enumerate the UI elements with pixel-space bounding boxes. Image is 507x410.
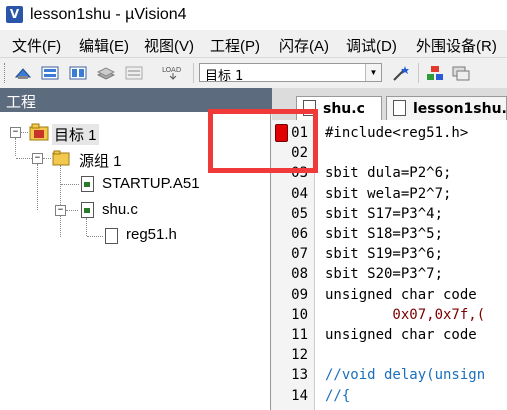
tab-label: lesson1shu.M — [413, 101, 507, 117]
uvision-logo-icon: V — [6, 6, 23, 23]
line-number: 11 — [291, 327, 308, 343]
code-line: sbit dula=P2^6; — [325, 165, 452, 182]
highlight-annotation — [208, 109, 318, 173]
code-line: sbit wela=P2^7; — [325, 185, 452, 202]
tree-item-header-file[interactable]: reg51.h — [126, 226, 177, 243]
tree-item-c-file[interactable]: shu.c — [102, 201, 138, 218]
tree-connector — [15, 138, 16, 156]
c-file-icon — [81, 202, 94, 218]
translate-icon[interactable] — [14, 65, 32, 81]
tree-connector — [61, 184, 79, 185]
menu-file[interactable]: 文件(F) — [12, 35, 61, 56]
code-line: sbit S17=P3^4; — [325, 205, 444, 222]
components-icon[interactable] — [426, 65, 444, 81]
options-wand-icon[interactable] — [391, 65, 411, 81]
line-number: 04 — [291, 185, 308, 202]
code-line: unsigned char code — [325, 286, 477, 303]
tree-connector — [87, 236, 103, 237]
tree-item-target[interactable]: 目标 1 — [52, 124, 99, 145]
collapse-toggle-icon[interactable]: − — [32, 153, 43, 164]
tree-connector — [37, 164, 38, 210]
tree-item-startup-file[interactable]: STARTUP.A51 — [102, 175, 200, 192]
code-line: sbit S20=P3^7; — [325, 266, 444, 283]
tree-connector — [21, 132, 28, 133]
tree-connector — [66, 210, 78, 211]
stop-build-icon[interactable] — [125, 65, 143, 81]
line-number: 14 — [291, 387, 308, 404]
tab-lesson1shu-map[interactable]: lesson1shu.M — [386, 96, 507, 120]
tree-connector — [86, 218, 87, 236]
tree-item-group[interactable]: 源组 1 — [79, 150, 122, 171]
project-panel-title: 工程 — [6, 94, 37, 111]
code-line: #include<reg51.h> — [325, 125, 469, 141]
menu-flash[interactable]: 闪存(A) — [279, 35, 329, 56]
target-select-value: 目标 1 — [205, 69, 244, 84]
toolbar-separator — [193, 63, 194, 83]
line-number: 10 — [291, 306, 308, 323]
asm-file-icon — [81, 176, 94, 192]
line-number: 05 — [291, 205, 308, 222]
map-file-icon — [393, 100, 406, 116]
load-icon[interactable]: LOAD — [161, 65, 185, 81]
tree-connector — [43, 158, 51, 159]
collapse-toggle-icon[interactable]: − — [10, 127, 21, 138]
toolbar-grip[interactable] — [4, 63, 8, 83]
menu-peripherals[interactable]: 外围设备(R) — [416, 35, 497, 56]
menu-edit[interactable]: 编辑(E) — [79, 35, 129, 56]
tab-label: shu.c — [323, 101, 365, 117]
collapse-toggle-icon[interactable]: − — [55, 205, 66, 216]
target-select[interactable]: 目标 1 ▼ — [199, 63, 382, 84]
menu-project[interactable]: 工程(P) — [210, 35, 260, 56]
manage-books-icon[interactable] — [452, 65, 470, 81]
line-number: 08 — [291, 266, 308, 283]
line-number: 06 — [291, 226, 308, 242]
code-line: unsigned char code — [325, 327, 477, 343]
menu-bar: 文件(F) 编辑(E) 视图(V) 工程(P) 闪存(A) 调试(D) 外围设备… — [0, 30, 507, 57]
line-number: 07 — [291, 246, 308, 263]
window-title: lesson1shu - µVision4 — [30, 6, 187, 23]
header-file-icon — [105, 228, 118, 244]
code-line: //{ — [325, 387, 351, 404]
code-line: 0x07,0x7f,( — [325, 306, 486, 323]
toolbar-separator — [418, 63, 419, 83]
build-icon[interactable] — [41, 65, 59, 81]
folder-open-icon — [52, 150, 70, 166]
code-line: sbit S19=P3^6; — [325, 246, 444, 263]
tree-connector — [60, 165, 61, 237]
batch-build-icon[interactable] — [97, 65, 115, 81]
line-number: 13 — [291, 367, 308, 384]
rebuild-icon[interactable] — [69, 65, 87, 81]
svg-text:LOAD: LOAD — [162, 66, 181, 74]
tree-connector — [16, 158, 32, 159]
chevron-down-icon[interactable]: ▼ — [365, 64, 381, 81]
title-bar: V lesson1shu - µVision4 — [0, 0, 507, 30]
build-toolbar: LOAD 目标 1 ▼ — [0, 57, 507, 89]
line-number: 12 — [291, 347, 308, 364]
target-folder-icon — [29, 123, 49, 141]
code-line: sbit S18=P3^5; — [325, 226, 444, 242]
code-line: //void delay(unsign — [325, 367, 486, 384]
menu-debug[interactable]: 调试(D) — [346, 35, 397, 56]
menu-view[interactable]: 视图(V) — [144, 35, 194, 56]
line-number: 09 — [291, 286, 308, 303]
